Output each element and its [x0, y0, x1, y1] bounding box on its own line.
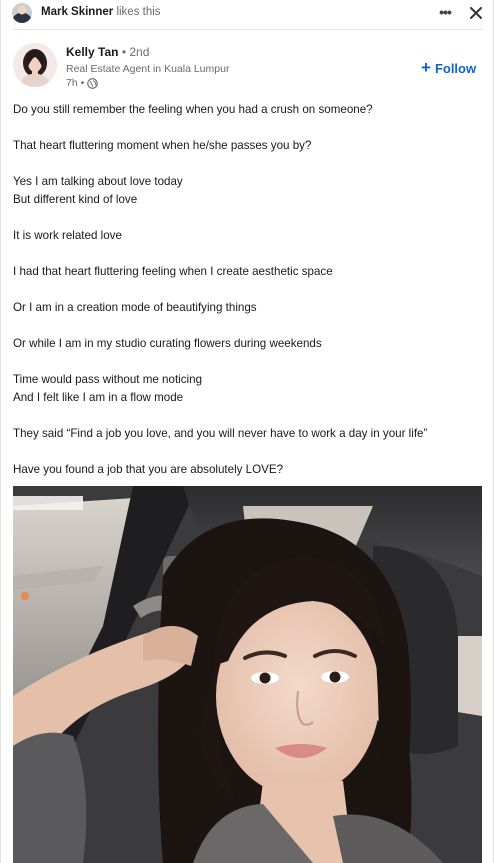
social-context-text: Mark Skinner likes this	[41, 6, 161, 18]
post-line: It is work related love	[13, 229, 122, 242]
post-paragraph: I had that heart fluttering feeling when…	[13, 263, 483, 281]
feed-post-card: Mark Skinner likes this ••• Kelly Tan • …	[0, 0, 494, 863]
post-paragraph: Do you still remember the feeling when y…	[13, 101, 483, 119]
connection-degree: • 2nd	[121, 45, 150, 59]
post-paragraph: Time would pass without me noticing And I…	[13, 371, 483, 407]
post-line: They said “Find a job you love, and you …	[13, 427, 428, 440]
post-paragraph: Yes I am talking about love today But dif…	[13, 173, 483, 209]
post-line: Time would pass without me noticing	[13, 373, 203, 386]
actor-avatar[interactable]	[12, 3, 32, 23]
post-time: 7h •	[66, 77, 85, 89]
post-line: Or I am in a creation mode of beautifyin…	[13, 301, 257, 314]
follow-button[interactable]: + Follow	[421, 58, 476, 78]
post-line: Have you found a job that you are absolu…	[13, 463, 284, 476]
header-divider	[13, 29, 483, 30]
post-paragraph: Or I am in a creation mode of beautifyin…	[13, 299, 483, 317]
post-line: But different kind of love	[13, 193, 138, 206]
post-line: Do you still remember the feeling when y…	[13, 103, 373, 116]
post-line: Yes I am talking about love today	[13, 175, 183, 188]
author-name-line: Kelly Tan • 2nd	[66, 45, 149, 59]
post-image[interactable]	[13, 486, 482, 863]
post-line: Or while I am in my studio curating flow…	[13, 337, 322, 350]
post-line: That heart fluttering moment when he/she…	[13, 139, 312, 152]
more-options-icon[interactable]: •••	[434, 3, 456, 23]
globe-icon	[87, 77, 99, 89]
author-name[interactable]: Kelly Tan	[66, 45, 118, 59]
post-line: I had that heart fluttering feeling when…	[13, 265, 333, 278]
post-meta: 7h •	[66, 77, 99, 89]
post-paragraph: That heart fluttering moment when he/she…	[13, 137, 483, 155]
close-icon[interactable]	[466, 3, 486, 23]
plus-icon: +	[421, 58, 431, 77]
post-paragraph: They said “Find a job you love, and you …	[13, 425, 483, 443]
actor-name[interactable]: Mark Skinner	[41, 6, 113, 18]
author-headline: Real Estate Agent in Kuala Lumpur	[66, 63, 230, 75]
actor-action: likes this	[116, 6, 161, 18]
post-line: And I felt like I am in a flow mode	[13, 391, 184, 404]
author-avatar[interactable]	[13, 43, 57, 87]
post-paragraph: Have you found a job that you are absolu…	[13, 461, 483, 479]
post-paragraph: It is work related love	[13, 227, 483, 245]
social-context-bar: Mark Skinner likes this •••	[1, 0, 493, 27]
follow-label: Follow	[434, 60, 477, 76]
post-paragraph: Or while I am in my studio curating flow…	[13, 335, 483, 353]
post-text: Do you still remember the feeling when y…	[13, 101, 483, 479]
